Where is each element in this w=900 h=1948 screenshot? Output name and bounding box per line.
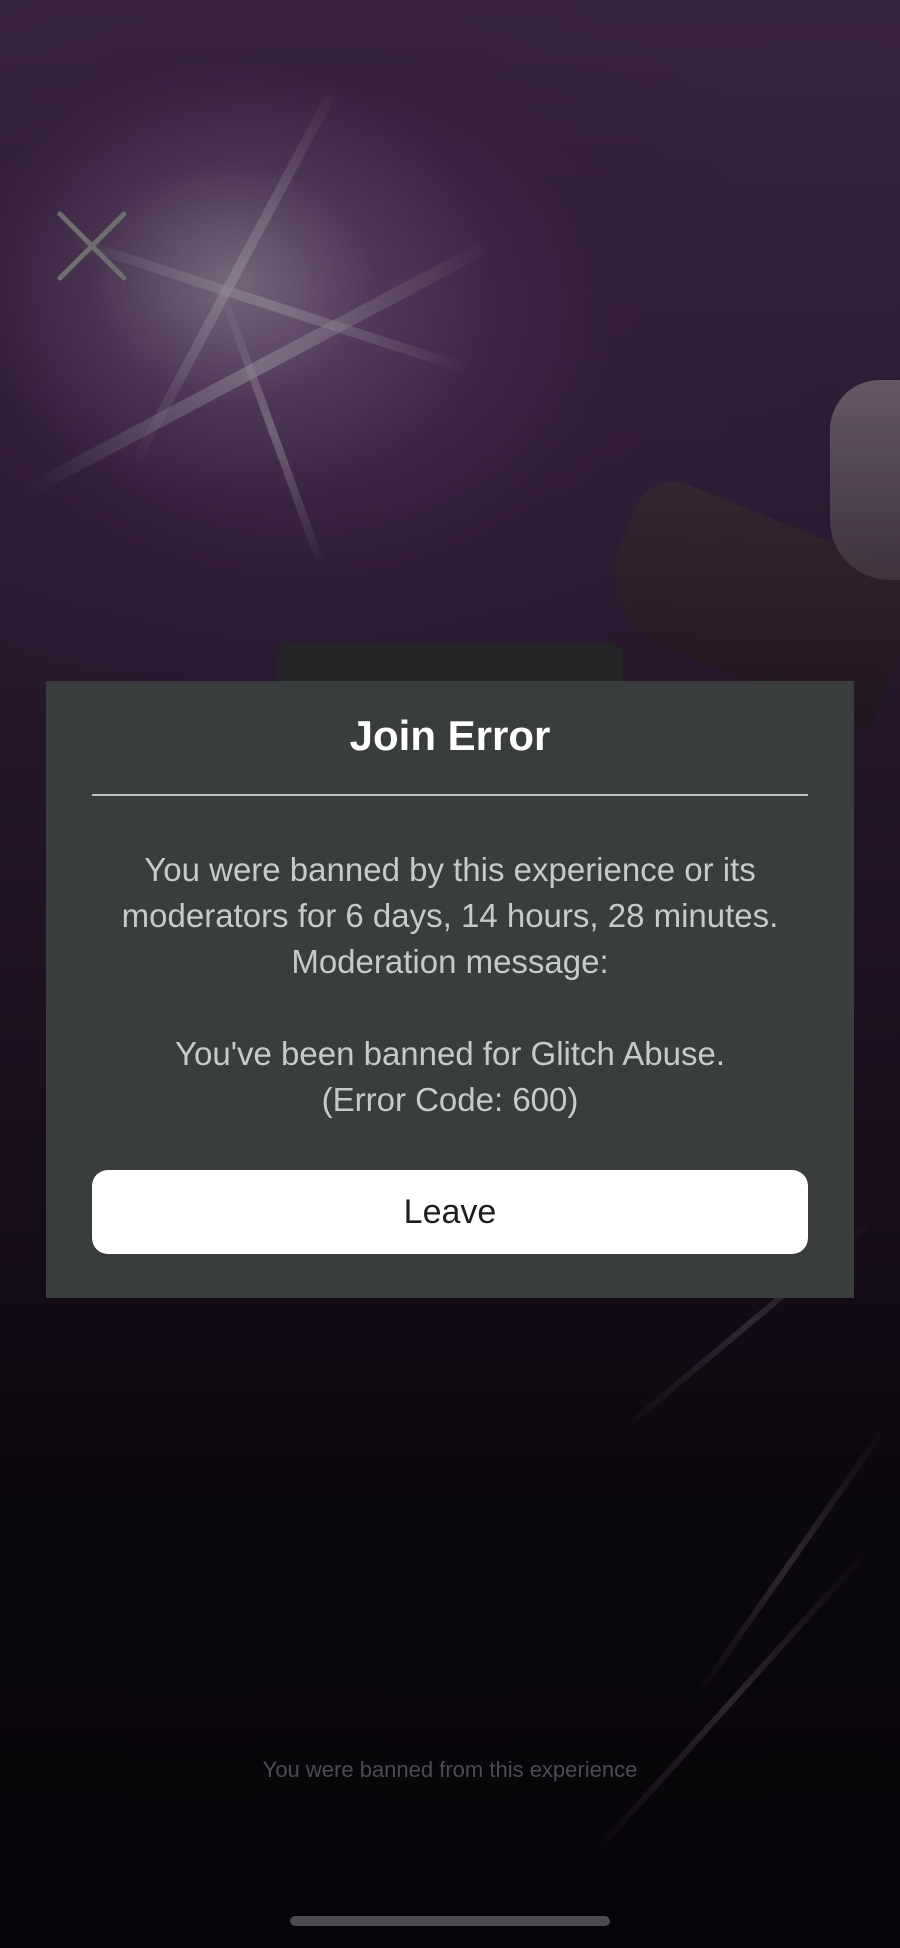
dialog-divider <box>92 794 808 796</box>
dialog-title: Join Error <box>349 712 551 759</box>
dialog-message: You were banned by this experience or it… <box>121 851 779 1118</box>
home-indicator[interactable] <box>290 1916 610 1926</box>
close-button[interactable] <box>56 210 128 282</box>
leave-button[interactable]: Leave <box>92 1170 808 1254</box>
screen: Join Error You were banned by this exper… <box>0 0 900 1948</box>
ban-status-text: You were banned from this experience <box>262 1757 638 1782</box>
join-error-dialog: Join Error You were banned by this exper… <box>46 681 854 1298</box>
close-icon <box>57 211 127 281</box>
dialog-back-tab <box>277 643 623 683</box>
